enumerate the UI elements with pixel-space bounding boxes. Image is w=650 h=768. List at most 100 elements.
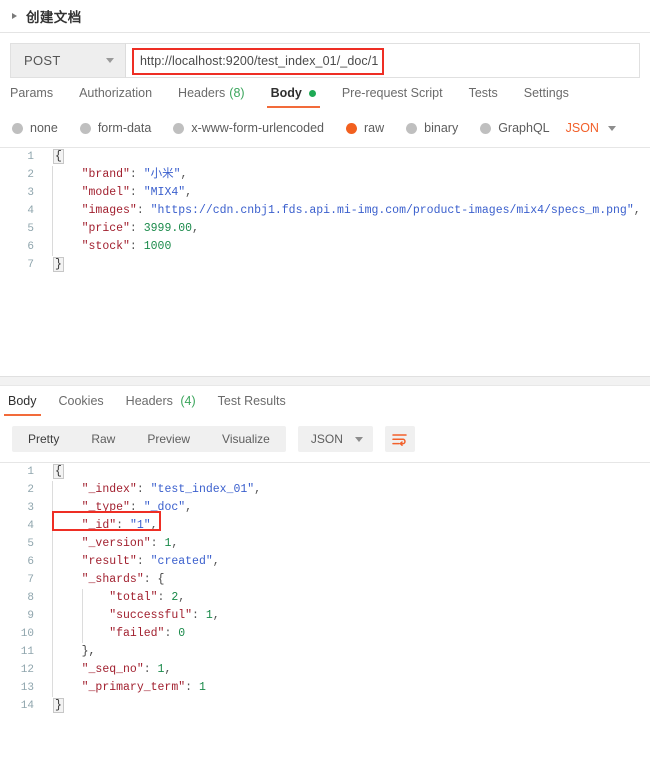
body-type-label: raw (364, 121, 385, 135)
code-line: 12 "_seq_no": 1, (0, 661, 650, 679)
response-view-mode-group: Pretty Raw Preview Visualize (12, 426, 286, 452)
view-mode-pretty[interactable]: Pretty (12, 426, 75, 452)
response-toolbar: Pretty Raw Preview Visualize JSON (0, 416, 650, 462)
line-number: 1 (27, 151, 34, 163)
code-text: "result": "created", (81, 555, 220, 568)
code-line: 3 "model": "MIX4", (0, 184, 650, 202)
line-number: 3 (27, 187, 34, 199)
code-text: } (53, 698, 64, 713)
response-tab-label: Body (8, 394, 37, 408)
word-wrap-button[interactable] (384, 426, 415, 452)
http-method-label: POST (24, 53, 61, 68)
line-number: 5 (27, 223, 34, 235)
code-line: 8 "total": 2, (0, 589, 650, 607)
code-line: 11 }, (0, 643, 650, 661)
request-tab-label: Tests (468, 86, 498, 100)
response-code-lines: 1{2 "_index": "test_index_01", 3 "_type":… (0, 463, 650, 715)
code-line: 4 "_id": "1", (0, 517, 650, 535)
request-body-editor[interactable]: 1{2 "brand": "小米", 3 "model": "MIX4", 4 "i… (0, 147, 650, 376)
word-wrap-icon (392, 433, 408, 446)
chevron-down-icon (354, 436, 363, 442)
body-type-label: GraphQL (498, 121, 550, 135)
line-number: 13 (20, 682, 34, 694)
code-text: "brand": "小米", (81, 168, 188, 181)
response-format-label: JSON (310, 432, 343, 446)
line-number: 11 (20, 646, 34, 658)
body-type-label: form-data (97, 121, 152, 135)
line-number: 3 (27, 502, 34, 514)
request-tab-label: Settings (523, 86, 569, 100)
body-type-graphql[interactable]: GraphQL (480, 121, 550, 135)
url-input[interactable]: http://localhost:9200/test_index_01/_doc… (126, 43, 640, 78)
code-line: 10 "failed": 0 (0, 625, 650, 643)
code-text: "successful": 1, (109, 609, 220, 622)
triangle-right-icon[interactable] (12, 13, 17, 19)
radio-icon (173, 122, 185, 134)
view-mode-preview[interactable]: Preview (131, 426, 206, 452)
response-format-select[interactable]: JSON (297, 426, 373, 452)
request-tab-label: Pre-request Script (341, 86, 443, 100)
body-type-raw[interactable]: raw (346, 121, 384, 135)
body-type-form-data[interactable]: form-data (79, 121, 152, 135)
request-tab-count: (8) (229, 86, 245, 100)
code-line: 3 "_type": "_doc", (0, 499, 650, 517)
response-body-editor[interactable]: 1{2 "_index": "test_index_01", 3 "_type":… (0, 462, 650, 725)
body-format-label: JSON (565, 121, 599, 135)
body-type-label: none (30, 121, 58, 135)
response-tab-label: Test Results (217, 394, 286, 408)
code-line: 1{ (0, 148, 650, 166)
response-tab-body[interactable]: Body (4, 394, 40, 416)
page-title: 创建文档 (26, 10, 82, 25)
request-tab-pre-request-script[interactable]: Pre-request Script (342, 86, 443, 108)
body-present-dot-icon (308, 89, 316, 97)
request-tabs: Params Authorization Headers (8) Body Pre-req… (0, 78, 650, 108)
request-tab-label: Params (10, 86, 54, 100)
line-number: 12 (20, 664, 34, 676)
code-line: 1{ (0, 463, 650, 481)
view-mode-raw[interactable]: Raw (75, 426, 131, 452)
code-text: "total": 2, (109, 591, 186, 604)
url-input-value: http://localhost:9200/test_index_01/_doc… (140, 53, 379, 68)
line-number: 4 (27, 205, 34, 217)
chevron-down-icon (106, 58, 114, 63)
request-tab-headers[interactable]: Headers (8) (178, 86, 245, 108)
line-number: 7 (27, 259, 34, 271)
response-tab-cookies[interactable]: Cookies (59, 394, 104, 416)
radio-icon (406, 122, 418, 134)
http-method-select[interactable]: POST (10, 43, 126, 78)
request-tab-authorization[interactable]: Authorization (79, 86, 152, 108)
request-tab-params[interactable]: Params (10, 86, 53, 108)
body-type-label: binary (424, 121, 459, 135)
request-tab-body[interactable]: Body (266, 86, 321, 108)
code-line: 6 "result": "created", (0, 553, 650, 571)
line-number: 10 (20, 628, 34, 640)
line-number: 8 (27, 592, 34, 604)
body-type-label: x-www-form-urlencoded (191, 121, 324, 135)
code-text: "model": "MIX4", (81, 186, 193, 199)
response-tab-headers[interactable]: Headers (4) (126, 394, 196, 416)
code-text: } (53, 257, 64, 272)
request-tab-label: Authorization (79, 86, 153, 100)
body-type-x-www-form-urlencoded[interactable]: x-www-form-urlencoded (173, 121, 324, 135)
response-tab-count: (4) (176, 394, 196, 408)
request-tab-settings[interactable]: Settings (524, 86, 569, 108)
request-tab-tests[interactable]: Tests (469, 86, 498, 108)
line-number: 1 (27, 466, 34, 478)
body-format-select[interactable]: JSON (566, 121, 616, 135)
line-number: 6 (27, 241, 34, 253)
code-line: 6 "stock": 1000 (0, 238, 650, 256)
code-text: { (53, 464, 64, 479)
code-line: 7 "_shards": { (0, 571, 650, 589)
code-text: "_type": "_doc", (81, 501, 193, 514)
code-line: 4 "images": "https://cdn.cnbj1.fds.api.m… (0, 202, 650, 220)
code-line: 2 "brand": "小米", (0, 166, 650, 184)
line-number: 5 (27, 538, 34, 550)
code-text: "_seq_no": 1, (81, 663, 172, 676)
body-type-binary[interactable]: binary (406, 121, 458, 135)
body-type-none[interactable]: none (12, 121, 58, 135)
view-mode-visualize[interactable]: Visualize (206, 426, 286, 452)
response-tab-test-results[interactable]: Test Results (218, 394, 286, 416)
code-text: }, (81, 645, 96, 658)
radio-icon (480, 122, 492, 134)
radio-icon (79, 122, 91, 134)
